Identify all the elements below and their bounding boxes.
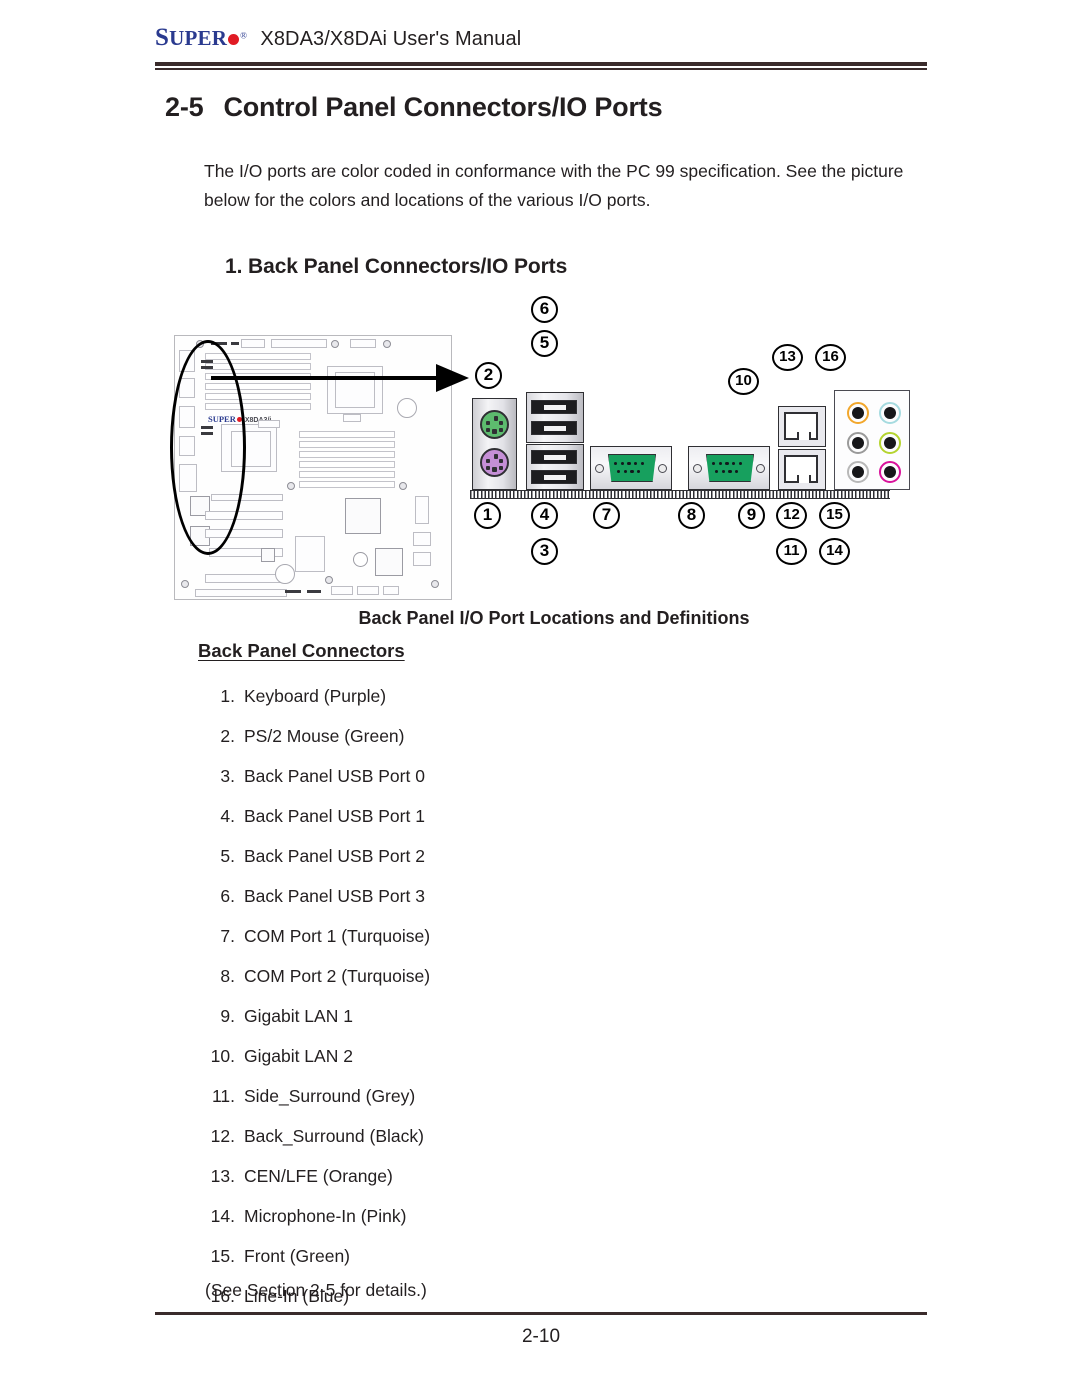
section-heading: 2-5 Control Panel Connectors/IO Ports xyxy=(165,92,663,123)
audio-jack-line-in[interactable] xyxy=(879,402,901,424)
gigabit-lan-1-port[interactable] xyxy=(778,449,826,490)
list-item: 12. Back_Surround (Black) xyxy=(210,1126,424,1146)
ps2-port-block xyxy=(472,398,517,490)
figure-caption: Back Panel I/O Port Locations and Defini… xyxy=(358,608,750,628)
usb-port-2[interactable] xyxy=(531,421,577,435)
list-item: 6. Back Panel USB Port 3 xyxy=(220,886,425,906)
usb-port-3[interactable] xyxy=(531,400,577,414)
list-item: 4. Back Panel USB Port 1 xyxy=(220,806,425,826)
ps2-mouse-port[interactable] xyxy=(480,410,509,439)
registered-mark: ® xyxy=(240,30,247,41)
list-item: 7. COM Port 1 (Turquoise) xyxy=(220,926,431,946)
page-number: 2-10 xyxy=(521,1326,561,1347)
callout-arrow-head-icon xyxy=(436,364,469,392)
callout-1: 1 xyxy=(474,502,501,529)
list-item: 2. PS/2 Mouse (Green) xyxy=(220,726,405,746)
com2-db9-connector xyxy=(706,454,754,482)
list-item: 9. Gigabit LAN 1 xyxy=(220,1006,353,1026)
com-port-1[interactable] xyxy=(590,446,672,490)
subsection-heading: 1. Back Panel Connectors/IO Ports xyxy=(225,255,568,278)
back-io-panel xyxy=(470,386,910,499)
supermicro-logo: SUPER ® xyxy=(155,24,247,52)
audio-jack-front[interactable] xyxy=(879,432,901,454)
usb-pair-lower xyxy=(526,444,584,490)
audio-jack-back-surround[interactable] xyxy=(847,461,869,483)
callout-2: 2 xyxy=(475,362,502,389)
list-item: 8. COM Port 2 (Turquoise) xyxy=(220,966,431,986)
callout-13: 13 xyxy=(772,344,803,371)
audio-jack-cen-lfe[interactable] xyxy=(847,402,869,424)
audio-jack-block xyxy=(834,390,910,490)
footer-divider xyxy=(155,1312,927,1315)
callout-12: 12 xyxy=(776,502,807,529)
callout-11: 11 xyxy=(776,538,807,565)
callout-14: 14 xyxy=(819,538,850,565)
usb-port-0[interactable] xyxy=(531,470,577,484)
lan-port-stack xyxy=(778,406,826,490)
gigabit-lan-2-port[interactable] xyxy=(778,406,826,447)
callout-16: 16 xyxy=(815,344,846,371)
audio-jack-side-surround[interactable] xyxy=(847,432,869,454)
callout-8: 8 xyxy=(678,502,705,529)
com-port-2[interactable] xyxy=(688,446,770,490)
list-item: 5. Back Panel USB Port 2 xyxy=(220,846,425,866)
audio-jack-microphone-in[interactable] xyxy=(879,461,901,483)
com2-screw-left-icon xyxy=(693,464,702,473)
callout-10: 10 xyxy=(728,368,759,395)
list-item: 14. Microphone-In (Pink) xyxy=(210,1206,407,1226)
header-divider xyxy=(155,62,927,70)
back-panel-figure: SUPERX8DA3/i xyxy=(160,290,910,620)
list-item: 11. Side_Surround (Grey) xyxy=(211,1086,416,1106)
list-item: 3. Back Panel USB Port 0 xyxy=(220,766,425,786)
lan2-socket-icon xyxy=(784,412,818,440)
callout-4: 4 xyxy=(531,502,558,529)
callout-3: 3 xyxy=(531,538,558,565)
see-section-note: (See Section 2-5 for details.) xyxy=(205,1280,427,1300)
section-title: Control Panel Connectors/IO Ports xyxy=(223,92,663,122)
logo-dot-icon xyxy=(228,34,240,45)
callout-15: 15 xyxy=(819,502,850,529)
callout-6: 6 xyxy=(531,296,558,323)
callout-5: 5 xyxy=(531,330,558,357)
usb-pair-upper xyxy=(526,392,584,443)
callout-7: 7 xyxy=(593,502,620,529)
io-shield-base-strip xyxy=(470,490,890,499)
lan1-socket-icon xyxy=(784,455,818,483)
com1-screw-left-icon xyxy=(595,464,604,473)
io-region-highlight-oval xyxy=(170,340,246,555)
list-item: 10. Gigabit LAN 2 xyxy=(210,1046,353,1066)
ps2-keyboard-port[interactable] xyxy=(480,448,509,477)
com1-screw-right-icon xyxy=(658,464,667,473)
connector-list: 1. Keyboard (Purple) 2. PS/2 Mouse (Green)… xyxy=(198,676,818,1316)
list-item: 1. Keyboard (Purple) xyxy=(220,686,387,706)
callout-arrow-line xyxy=(211,376,459,380)
usb-port-stack xyxy=(526,392,584,490)
usb-port-1[interactable] xyxy=(531,450,577,464)
com1-db9-connector xyxy=(608,454,656,482)
list-item: 13. CEN/LFE (Orange) xyxy=(210,1166,393,1186)
section-number: 2-5 xyxy=(165,92,204,122)
com2-screw-right-icon xyxy=(756,464,765,473)
intro-paragraph: The I/O ports are color coded in conform… xyxy=(204,161,904,210)
manual-title: X8DA3/X8DAi User's Manual xyxy=(260,28,522,50)
list-item: 15. Front (Green) xyxy=(210,1246,350,1266)
connector-list-heading: Back Panel Connectors xyxy=(198,640,405,661)
callout-9: 9 xyxy=(738,502,765,529)
logo-text: SUPER xyxy=(155,24,228,51)
